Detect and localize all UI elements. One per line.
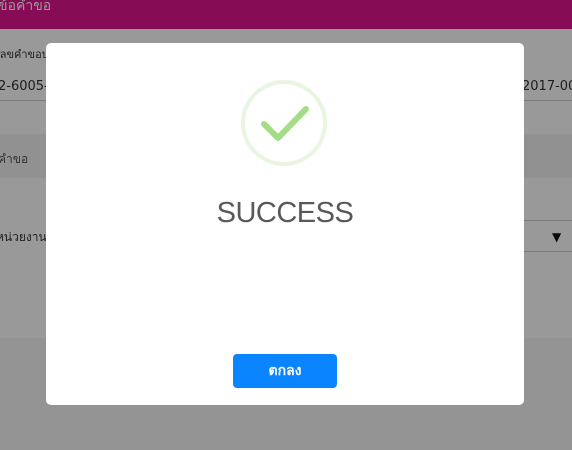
- checkmark-icon: [241, 80, 327, 166]
- ok-button[interactable]: ตกลง: [233, 354, 337, 388]
- success-dialog: SUCCESS ตกลง: [46, 43, 524, 405]
- dialog-title: SUCCESS: [216, 197, 354, 229]
- page: ข้อคำขอ เลขคำขอป 2-6005- 2017-00 คำขอ หน…: [0, 0, 572, 450]
